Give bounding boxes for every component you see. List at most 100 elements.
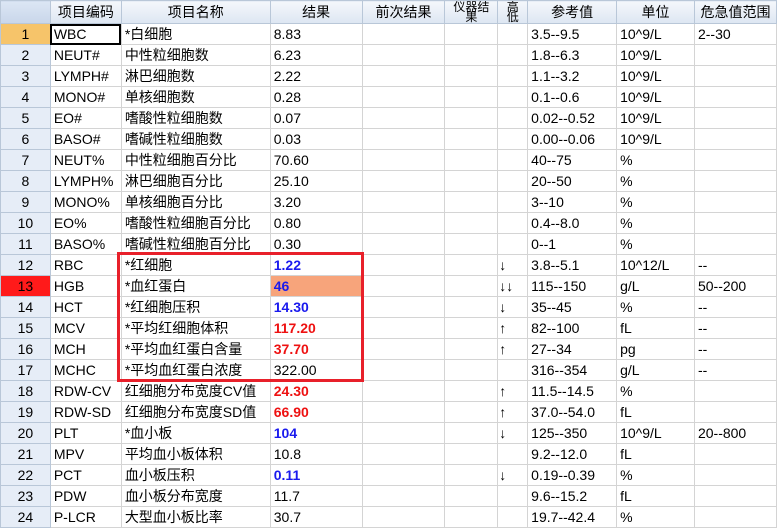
cell-code[interactable]: EO% bbox=[49, 212, 122, 234]
cell-name[interactable]: 中性粒细胞百分比 bbox=[120, 149, 271, 171]
cell-code[interactable]: MCV bbox=[49, 317, 122, 339]
cell-previous[interactable] bbox=[361, 191, 446, 213]
cell-reference[interactable]: 40--75 bbox=[527, 149, 618, 171]
cell-critical[interactable] bbox=[693, 506, 777, 528]
cell-critical[interactable]: -- bbox=[693, 254, 777, 276]
cell-code[interactable]: WBC bbox=[49, 23, 122, 45]
cell-instrument[interactable] bbox=[444, 86, 499, 108]
cell-result[interactable]: 66.90 bbox=[269, 401, 363, 423]
cell-instrument[interactable] bbox=[444, 107, 499, 129]
row-number[interactable]: 2 bbox=[0, 44, 51, 66]
cell-unit[interactable]: % bbox=[616, 233, 695, 255]
table-row[interactable]: 5 EO# 嗜酸性粒细胞数 0.07 0.02--0.52 10^9/L bbox=[0, 107, 777, 129]
cell-unit[interactable]: pg bbox=[616, 338, 695, 360]
row-number[interactable]: 1 bbox=[0, 23, 51, 45]
cell-previous[interactable] bbox=[361, 359, 446, 381]
cell-code[interactable]: PCT bbox=[49, 464, 122, 486]
table-row[interactable]: 2 NEUT# 中性粒细胞数 6.23 1.8--6.3 10^9/L bbox=[0, 44, 777, 66]
cell-previous[interactable] bbox=[361, 44, 446, 66]
header-reference[interactable]: 参考值 bbox=[527, 0, 618, 24]
cell-result[interactable]: 0.28 bbox=[269, 86, 363, 108]
cell-instrument[interactable] bbox=[444, 149, 499, 171]
cell-flag[interactable] bbox=[497, 65, 529, 87]
cell-instrument[interactable] bbox=[444, 254, 499, 276]
cell-previous[interactable] bbox=[361, 485, 446, 507]
cell-code[interactable]: LYMPH% bbox=[49, 170, 122, 192]
cell-unit[interactable]: 10^9/L bbox=[616, 65, 695, 87]
cell-instrument[interactable] bbox=[444, 422, 499, 444]
cell-previous[interactable] bbox=[361, 233, 446, 255]
cell-name[interactable]: 嗜酸性粒细胞数 bbox=[120, 107, 271, 129]
cell-result[interactable]: 0.80 bbox=[269, 212, 363, 234]
cell-reference[interactable]: 20--50 bbox=[527, 170, 618, 192]
cell-code[interactable]: EO# bbox=[49, 107, 122, 129]
cell-critical[interactable] bbox=[693, 233, 777, 255]
cell-flag[interactable] bbox=[497, 233, 529, 255]
table-row[interactable]: 14 HCT *红细胞压积 14.30 ↓ 35--45% -- bbox=[0, 296, 777, 318]
cell-reference[interactable]: 3.8--5.1 bbox=[527, 254, 618, 276]
cell-previous[interactable] bbox=[361, 254, 446, 276]
cell-unit[interactable]: % bbox=[616, 380, 695, 402]
cell-reference[interactable]: 9.6--15.2 bbox=[527, 485, 618, 507]
row-number[interactable]: 20 bbox=[0, 422, 51, 444]
cell-name[interactable]: 嗜碱性粒细胞数 bbox=[120, 128, 271, 150]
row-number[interactable]: 16 bbox=[0, 338, 51, 360]
cell-name[interactable]: *平均红细胞体积 bbox=[120, 317, 271, 339]
row-number[interactable]: 19 bbox=[0, 401, 51, 423]
cell-result[interactable]: 14.30 bbox=[269, 296, 363, 318]
table-row[interactable]: 15 MCV *平均红细胞体积 117.20 ↑ 82--100 fL -- bbox=[0, 317, 777, 339]
cell-instrument[interactable] bbox=[444, 128, 499, 150]
table-row[interactable]: 4 MONO# 单核细胞数 0.28 0.1--0.6 10^9/L bbox=[0, 86, 777, 108]
cell-critical[interactable] bbox=[693, 86, 777, 108]
table-row[interactable]: 11 BASO% 嗜碱性粒细胞百分比 0.30 0--1% bbox=[0, 233, 777, 255]
row-number[interactable]: 15 bbox=[0, 317, 51, 339]
cell-name[interactable]: *红细胞 bbox=[120, 254, 271, 276]
cell-flag[interactable] bbox=[497, 128, 529, 150]
cell-result[interactable]: 30.7 bbox=[269, 506, 363, 528]
cell-unit[interactable]: % bbox=[616, 296, 695, 318]
cell-instrument[interactable] bbox=[444, 506, 499, 528]
table-row[interactable]: 1 WBC *白细胞 8.83 3.5--9.5 10^9/L 2--30 bbox=[0, 23, 777, 45]
cell-result[interactable]: 2.22 bbox=[269, 65, 363, 87]
cell-reference[interactable]: 316--354 bbox=[527, 359, 618, 381]
cell-critical[interactable] bbox=[693, 107, 777, 129]
cell-flag[interactable] bbox=[497, 212, 529, 234]
cell-code[interactable]: RBC bbox=[49, 254, 122, 276]
row-number[interactable]: 18 bbox=[0, 380, 51, 402]
cell-name[interactable]: 红细胞分布宽度SD值 bbox=[120, 401, 271, 423]
row-number[interactable]: 21 bbox=[0, 443, 51, 465]
cell-unit[interactable]: 10^9/L bbox=[616, 23, 695, 45]
header-result[interactable]: 结果 bbox=[269, 0, 363, 24]
cell-previous[interactable] bbox=[361, 506, 446, 528]
cell-flag[interactable]: ↑ bbox=[497, 380, 529, 402]
cell-reference[interactable]: 3--10 bbox=[527, 191, 618, 213]
cell-reference[interactable]: 27--34 bbox=[527, 338, 618, 360]
row-number[interactable]: 12 bbox=[0, 254, 51, 276]
cell-reference[interactable]: 82--100 bbox=[527, 317, 618, 339]
table-row[interactable]: 12 RBC *红细胞 1.22 ↓ 3.8--5.1 10^12/L -- bbox=[0, 254, 777, 276]
cell-critical[interactable] bbox=[693, 191, 777, 213]
cell-flag[interactable] bbox=[497, 107, 529, 129]
cell-instrument[interactable] bbox=[444, 170, 499, 192]
cell-unit[interactable]: g/L bbox=[616, 359, 695, 381]
table-row[interactable]: 24 P-LCR 大型血小板比率 30.7 19.7--42.4% bbox=[0, 506, 777, 528]
cell-result[interactable]: 0.30 bbox=[269, 233, 363, 255]
cell-name[interactable]: 血小板分布宽度 bbox=[120, 485, 271, 507]
table-row[interactable]: 6 BASO# 嗜碱性粒细胞数 0.03 0.00--0.06 10^9/L bbox=[0, 128, 777, 150]
cell-name[interactable]: *红细胞压积 bbox=[120, 296, 271, 318]
cell-previous[interactable] bbox=[361, 464, 446, 486]
cell-critical[interactable]: -- bbox=[693, 359, 777, 381]
table-row[interactable]: 21 MPV 平均血小板体积 10.8 9.2--12.0 fL bbox=[0, 443, 777, 465]
header-code[interactable]: 项目编码 bbox=[49, 0, 122, 24]
table-row[interactable]: 17 MCHC *平均血红蛋白浓度 322.00 316--354 g/L -- bbox=[0, 359, 777, 381]
header-critical[interactable]: 危急值范围 bbox=[693, 0, 777, 24]
cell-reference[interactable]: 0.02--0.52 bbox=[527, 107, 618, 129]
cell-previous[interactable] bbox=[361, 149, 446, 171]
row-number[interactable]: 17 bbox=[0, 359, 51, 381]
row-number[interactable]: 5 bbox=[0, 107, 51, 129]
row-number[interactable]: 24 bbox=[0, 506, 51, 528]
cell-flag[interactable]: ↓ bbox=[497, 254, 529, 276]
cell-instrument[interactable] bbox=[444, 401, 499, 423]
row-number[interactable]: 9 bbox=[0, 191, 51, 213]
header-name[interactable]: 项目名称 bbox=[120, 0, 271, 24]
